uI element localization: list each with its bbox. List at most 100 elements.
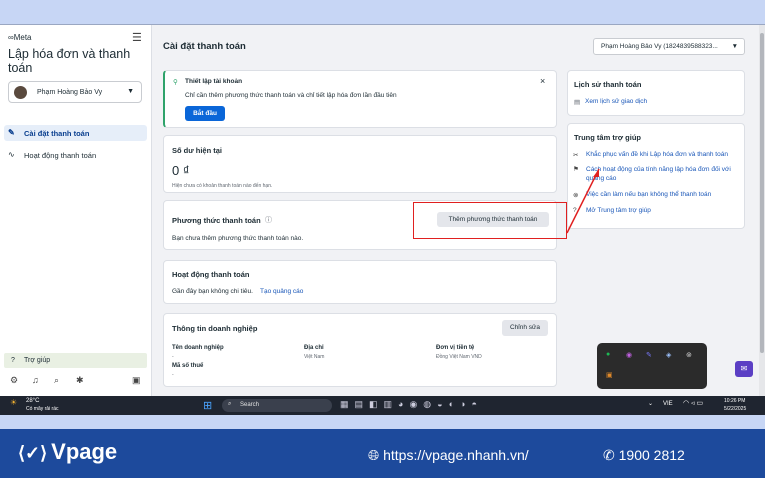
website[interactable]: 🌐︎ https://vpage.nhanh.vn/ [368, 447, 529, 464]
meta-logo: ∞Meta [8, 33, 32, 42]
scrollbar-thumb[interactable] [760, 33, 764, 353]
globe-icon: 🌐︎ [368, 447, 384, 463]
footer-banner: ⟨✓⟩ Vpage 🌐︎ https://vpage.nhanh.vn/ ✆ 19… [0, 429, 765, 478]
screen: ∞Meta ☰ Lập hóa đơn và thanh toán Phạm H… [0, 24, 765, 397]
balance-title: Số dư hiện tại [172, 146, 223, 155]
settings-icon[interactable]: ⚙ [10, 375, 18, 386]
weather-desc: Có mây rải rác [26, 406, 59, 412]
app2-icon[interactable]: ▣ [606, 371, 613, 379]
chevron-up-icon[interactable]: ⌄ [648, 400, 653, 407]
sidebar-item-payment-settings[interactable]: ✎ Cài đặt thanh toán [4, 125, 147, 141]
field-value: Việt Nam [304, 354, 325, 360]
help-link-troubleshoot[interactable]: Khắc phục vấn đề khi Lập hóa đơn và than… [586, 151, 728, 158]
avatar [14, 86, 27, 99]
create-ad-link[interactable]: Tạo quảng cáo [260, 288, 303, 295]
search-icon[interactable]: ⌕ [54, 375, 59, 386]
pen-icon[interactable]: ✎ [646, 351, 652, 359]
payment-method-desc: Bạn chưa thêm phương thức thanh toán nào… [172, 235, 304, 242]
menu-icon[interactable]: ☰ [132, 31, 142, 44]
balance-value: 0 ₫ [172, 163, 190, 178]
taskbar: ☀ 28°C Có mây rải rác ⊞ ⌕ Search ▦▤◧▥◕◉◍… [0, 396, 765, 415]
wifi-icon[interactable]: ◠ ◃ ▭ [683, 399, 703, 407]
edit-button[interactable]: Chỉnh sửa [502, 320, 548, 336]
taskbar-apps[interactable]: ▦▤◧▥◕◉◍◒◐◑◓ [340, 399, 483, 410]
chevron-down-icon: ▼ [731, 43, 738, 50]
setup-card: ⚲ Thiết lập tài khoản Chỉ cần thêm phươn… [163, 70, 557, 128]
phone-number: 1900 2812 [618, 447, 685, 463]
payment-history-card: Lịch sử thanh toán ▤ Xem lịch sử giao dị… [567, 70, 745, 116]
brand-name: Vpage [51, 439, 118, 464]
vpage-logo: ⟨✓⟩ Vpage [18, 439, 117, 465]
question-icon: ? [11, 357, 15, 364]
help-center-title: Trung tâm trợ giúp [574, 133, 641, 142]
weather-icon: ☀ [10, 398, 18, 407]
start-button[interactable]: Bắt đầu [185, 106, 225, 121]
spotify-icon[interactable]: ● [606, 351, 610, 358]
sidebar-item-payment-activity[interactable]: ∿ Hoạt động thanh toán [4, 147, 147, 163]
pin-icon: ⚲ [173, 79, 178, 86]
payment-method-title: Phương thức thanh toán [172, 216, 261, 225]
sidebar-tools: ⚙ ♫ ⌕ ✱ ▣ [8, 375, 144, 389]
chevron-down-icon: ▼ [127, 88, 134, 95]
field-value: - [172, 354, 174, 360]
page-title: Cài đặt thanh toán [163, 41, 246, 52]
chat-icon[interactable]: ✉ [735, 361, 753, 377]
link-icon[interactable]: ⊚ [686, 351, 692, 359]
windows-start-icon[interactable]: ⊞ [203, 399, 212, 412]
activity-desc: Gần đây bạn không chi tiêu. [172, 288, 253, 295]
search-icon: ⌕ [228, 401, 232, 407]
setup-desc: Chỉ cần thêm phương thức thanh toán và c… [185, 92, 397, 99]
activity-title: Hoạt động thanh toán [172, 270, 250, 279]
bug-icon[interactable]: ✱ [76, 375, 84, 386]
field-label: Tên doanh nghiệp [172, 345, 224, 351]
payment-activity-card: Hoạt động thanh toán Gần đây bạn không c… [163, 260, 557, 304]
help-link-how-billing-works[interactable]: Cách hoạt động của tính năng lập hóa đơn… [586, 165, 742, 183]
ad-account-select-value: Phạm Hoàng Bảo Vy (1824839588323... [601, 43, 718, 50]
balance-card: Số dư hiện tại 0 ₫ Hiện chưa có khoản th… [163, 135, 557, 193]
sidebar: ∞Meta ☰ Lập hóa đơn và thanh toán Phạm H… [0, 25, 152, 397]
history-title: Lịch sử thanh toán [574, 80, 642, 89]
setup-title: Thiết lập tài khoản [185, 78, 243, 85]
sidebar-item-label: Cài đặt thanh toán [24, 129, 90, 138]
scrollbar[interactable] [759, 25, 765, 397]
field-value: Đồng Việt Nam VND [436, 354, 482, 360]
field-value: - [172, 372, 174, 378]
highlight-box [413, 202, 567, 239]
app-icon[interactable]: ◉ [626, 351, 632, 359]
top-band [0, 0, 765, 24]
transaction-history-link[interactable]: Xem lịch sử giao dịch [585, 98, 647, 105]
language-indicator[interactable]: VIE [663, 401, 673, 407]
bell-icon[interactable]: ♫ [32, 375, 39, 385]
spacer-band [0, 415, 765, 429]
business-title: Thông tin doanh nghiệp [172, 324, 258, 333]
balance-note: Hiện chưa có khoản thanh toán nào đến hạ… [172, 183, 273, 189]
help-link[interactable]: ? Trợ giúp [4, 353, 147, 368]
business-info-card: Thông tin doanh nghiệp Chỉnh sửa Tên doa… [163, 313, 557, 387]
wrench-icon: ✂ [573, 152, 579, 159]
pencil-icon: ✎ [8, 128, 15, 137]
panel-toggle-icon[interactable]: ▣ [132, 375, 141, 386]
field-label: Mã số thuế [172, 363, 204, 369]
activity-icon: ∿ [8, 150, 15, 159]
field-label: Địa chỉ [304, 345, 324, 351]
shield-icon[interactable]: ◈ [666, 351, 671, 359]
ad-account-select[interactable]: Phạm Hoàng Bảo Vy (1824839588323... ▼ [593, 38, 745, 55]
close-icon[interactable]: × [540, 76, 545, 86]
vpage-mark-icon: ⟨✓⟩ [18, 443, 48, 463]
receipt-icon: ▤ [574, 99, 581, 106]
taskbar-search[interactable]: ⌕ Search [222, 399, 332, 412]
clock-time[interactable]: 10:26 PM [724, 398, 745, 404]
field-label: Đơn vị tiền tệ [436, 345, 475, 351]
weather-temp: 28°C [26, 398, 40, 404]
clock-date[interactable]: 5/22/2025 [724, 406, 746, 412]
sidebar-item-label: Hoạt động thanh toán [24, 151, 97, 160]
website-url: https://vpage.nhanh.vn/ [383, 447, 529, 463]
sidebar-title: Lập hóa đơn và thanh toán [8, 47, 131, 75]
account-switcher[interactable]: Phạm Hoàng Bảo Vy ▼ [8, 81, 142, 103]
help-label: Trợ giúp [24, 357, 51, 364]
hotline[interactable]: ✆ 1900 2812 [603, 447, 685, 464]
account-name: Phạm Hoàng Bảo Vy [37, 89, 103, 96]
search-label: Search [240, 402, 260, 408]
phone-icon: ✆ [603, 447, 619, 463]
info-icon[interactable]: ⓘ [265, 215, 272, 225]
